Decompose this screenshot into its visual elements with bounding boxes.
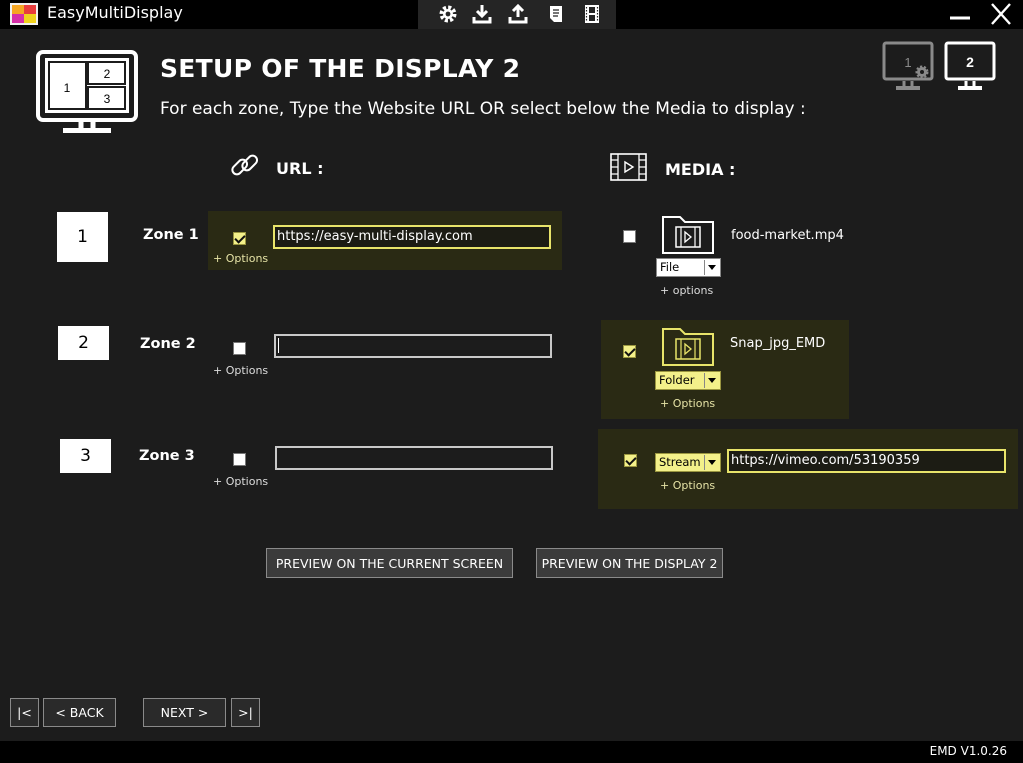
link-icon: [231, 154, 259, 176]
media-section-label: MEDIA :: [665, 160, 736, 179]
zone-3-number: 3: [60, 439, 111, 473]
zone-2-url-options[interactable]: + Options: [213, 364, 268, 377]
status-bar: [0, 741, 1023, 763]
monitor-icon: 2: [944, 41, 996, 90]
layout-zone-2-label: 2: [104, 67, 111, 81]
zone-3-url-input[interactable]: [275, 446, 553, 470]
document-icon[interactable]: [545, 3, 567, 25]
zone-1-media-type-value: File: [660, 260, 680, 274]
display-1-label: 1: [904, 55, 911, 70]
layout-zone-3-label: 3: [104, 92, 111, 106]
zone-2-media-type-select[interactable]: Folder: [655, 371, 721, 390]
upload-icon[interactable]: [507, 3, 529, 25]
zone-1-url-checkbox[interactable]: [233, 232, 246, 245]
zone-3-media-checkbox[interactable]: [624, 454, 637, 467]
zone-1-number: 1: [57, 212, 108, 262]
minimize-icon[interactable]: [948, 3, 972, 25]
display-2-label: 2: [966, 54, 974, 70]
zone-1-media-type-select[interactable]: File: [656, 258, 721, 277]
page-subtitle: For each zone, Type the Website URL OR s…: [160, 99, 806, 119]
first-page-button[interactable]: |<: [10, 698, 39, 727]
close-icon[interactable]: [989, 3, 1013, 25]
next-button[interactable]: NEXT >: [143, 698, 226, 727]
zone-2-url-input[interactable]: [274, 334, 552, 358]
zone-1-label: Zone 1: [143, 227, 199, 243]
back-button[interactable]: < BACK: [43, 698, 116, 727]
page-title: SETUP OF THE DISPLAY 2: [160, 54, 521, 83]
display-layout-icon: 1 2 3: [36, 50, 138, 133]
app-title: EasyMultiDisplay: [47, 3, 183, 22]
zone-3-media-options[interactable]: + Options: [660, 479, 715, 492]
layout-zone-1-label: 1: [64, 81, 71, 95]
zone-2-media-name: Snap_jpg_EMD: [730, 336, 826, 351]
zone-1-media-options[interactable]: + options: [660, 284, 713, 297]
zone-2-media-panel: [601, 320, 849, 419]
zone-1-url-input[interactable]: https://easy-multi-display.com: [273, 225, 551, 249]
zone-1-url-options[interactable]: + Options: [213, 252, 268, 265]
zone-2-media-options[interactable]: + Options: [660, 397, 715, 410]
zone-3-stream-url-input[interactable]: https://vimeo.com/53190359: [727, 449, 1006, 473]
zone-3-media-type-value: Stream: [659, 455, 701, 469]
zone-2-number: 2: [58, 326, 109, 360]
monitor-gear-icon: 1: [882, 41, 934, 90]
preview-current-screen-button[interactable]: PREVIEW ON THE CURRENT SCREEN: [266, 548, 513, 578]
version-label: EMD V1.0.26: [929, 744, 1007, 758]
gear-icon[interactable]: [437, 3, 459, 25]
zone-2-url-checkbox[interactable]: [233, 342, 246, 355]
chevron-down-icon: [704, 260, 719, 275]
zone-3-label: Zone 3: [139, 448, 195, 464]
zone-2-media-checkbox[interactable]: [623, 345, 636, 358]
folder-video-icon[interactable]: [660, 325, 716, 367]
last-page-button[interactable]: >|: [231, 698, 260, 727]
zone-1-media-name: food-market.mp4: [731, 228, 844, 243]
url-section-label: URL :: [276, 159, 324, 178]
download-icon[interactable]: [471, 3, 493, 25]
zone-1-media-checkbox[interactable]: [623, 230, 636, 243]
text-caret: [278, 338, 279, 353]
folder-video-icon[interactable]: [660, 213, 716, 255]
app-logo-icon: [10, 3, 38, 25]
zone-3-url-checkbox[interactable]: [233, 453, 246, 466]
display-2-button[interactable]: 2: [944, 41, 996, 93]
chevron-down-icon: [704, 373, 719, 388]
zone-3-media-type-select[interactable]: Stream: [655, 453, 721, 472]
chevron-down-icon: [704, 455, 719, 470]
media-film-icon: [610, 153, 647, 181]
zone-2-media-type-value: Folder: [659, 373, 695, 387]
preview-display-button[interactable]: PREVIEW ON THE DISPLAY 2: [536, 548, 723, 578]
display-1-button[interactable]: 1: [882, 41, 934, 93]
film-icon[interactable]: [581, 3, 603, 25]
zone-3-url-options[interactable]: + Options: [213, 475, 268, 488]
zone-2-label: Zone 2: [140, 336, 196, 352]
